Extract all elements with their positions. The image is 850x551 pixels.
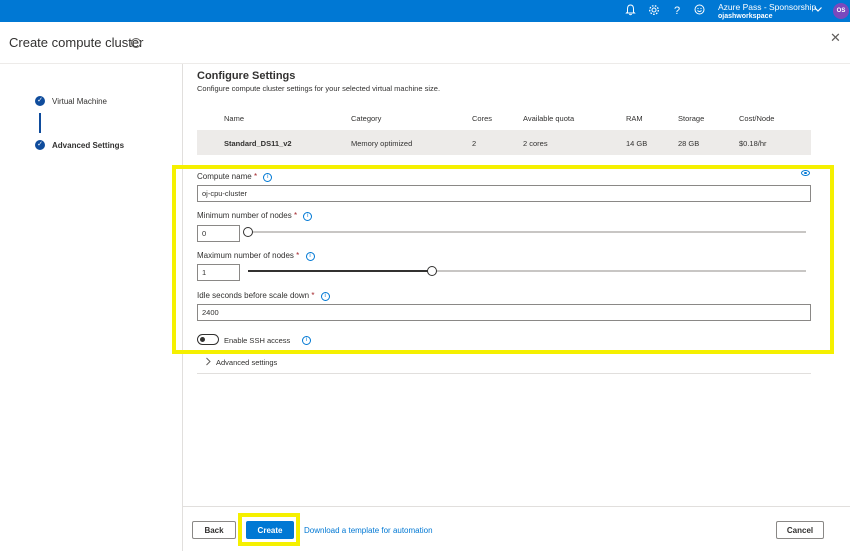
divider	[183, 506, 850, 507]
top-bar: ? Azure Pass - Sponsorship ojashworkspac…	[0, 0, 850, 22]
chevron-right-icon[interactable]	[204, 357, 212, 368]
page-title: Create compute cluster	[9, 35, 144, 50]
help-icon[interactable]: ?	[670, 4, 684, 18]
column-header: Storage	[678, 114, 705, 123]
column-header: Cost/Node	[739, 114, 775, 123]
section-subheading: Configure compute cluster settings for y…	[197, 84, 441, 93]
workspace-name: ojashworkspace	[718, 13, 773, 20]
column-header: Available quota	[523, 114, 575, 123]
step-connector	[39, 113, 41, 133]
stepper-pane	[0, 64, 183, 551]
table-cell: 2	[472, 139, 477, 148]
table-cell: $0.18/hr	[739, 139, 767, 148]
table-cell: 2 cores	[523, 139, 548, 148]
bell-icon[interactable]	[623, 4, 637, 18]
smiley-icon[interactable]	[692, 4, 706, 18]
column-header: Category	[351, 114, 382, 123]
step-virtual-machine[interactable]: Virtual Machine	[52, 97, 107, 106]
highlight-box	[238, 513, 300, 546]
info-icon[interactable]: i	[131, 38, 141, 48]
table-cell: Standard_DS11_v2	[224, 139, 292, 148]
column-header: Cores	[472, 114, 493, 123]
download-template-link[interactable]: Download a template for automation	[304, 526, 433, 535]
gear-icon[interactable]	[647, 4, 661, 18]
table-cell: 28 GB	[678, 139, 700, 148]
check-icon: ✓	[35, 140, 45, 150]
check-icon: ✓	[35, 96, 45, 106]
cancel-button[interactable]: Cancel	[776, 521, 824, 539]
advanced-settings-toggle[interactable]: Advanced settings	[216, 358, 277, 367]
divider	[197, 373, 811, 374]
column-header: RAM	[626, 114, 643, 123]
account-info[interactable]: Azure Pass - Sponsorship ojashworkspace	[718, 2, 816, 21]
step-advanced-settings[interactable]: Advanced Settings	[52, 141, 124, 150]
section-heading: Configure Settings	[197, 70, 296, 82]
avatar[interactable]: OS	[833, 3, 849, 19]
account-name: Azure Pass - Sponsorship	[718, 2, 817, 12]
highlight-box	[172, 165, 834, 354]
chevron-down-icon[interactable]	[813, 4, 823, 17]
close-icon[interactable]: ✕	[830, 30, 841, 46]
table-cell: Memory optimized	[351, 139, 413, 148]
column-header: Name	[224, 114, 245, 123]
back-button[interactable]: Back	[192, 521, 236, 539]
table-cell: 14 GB	[626, 139, 648, 148]
